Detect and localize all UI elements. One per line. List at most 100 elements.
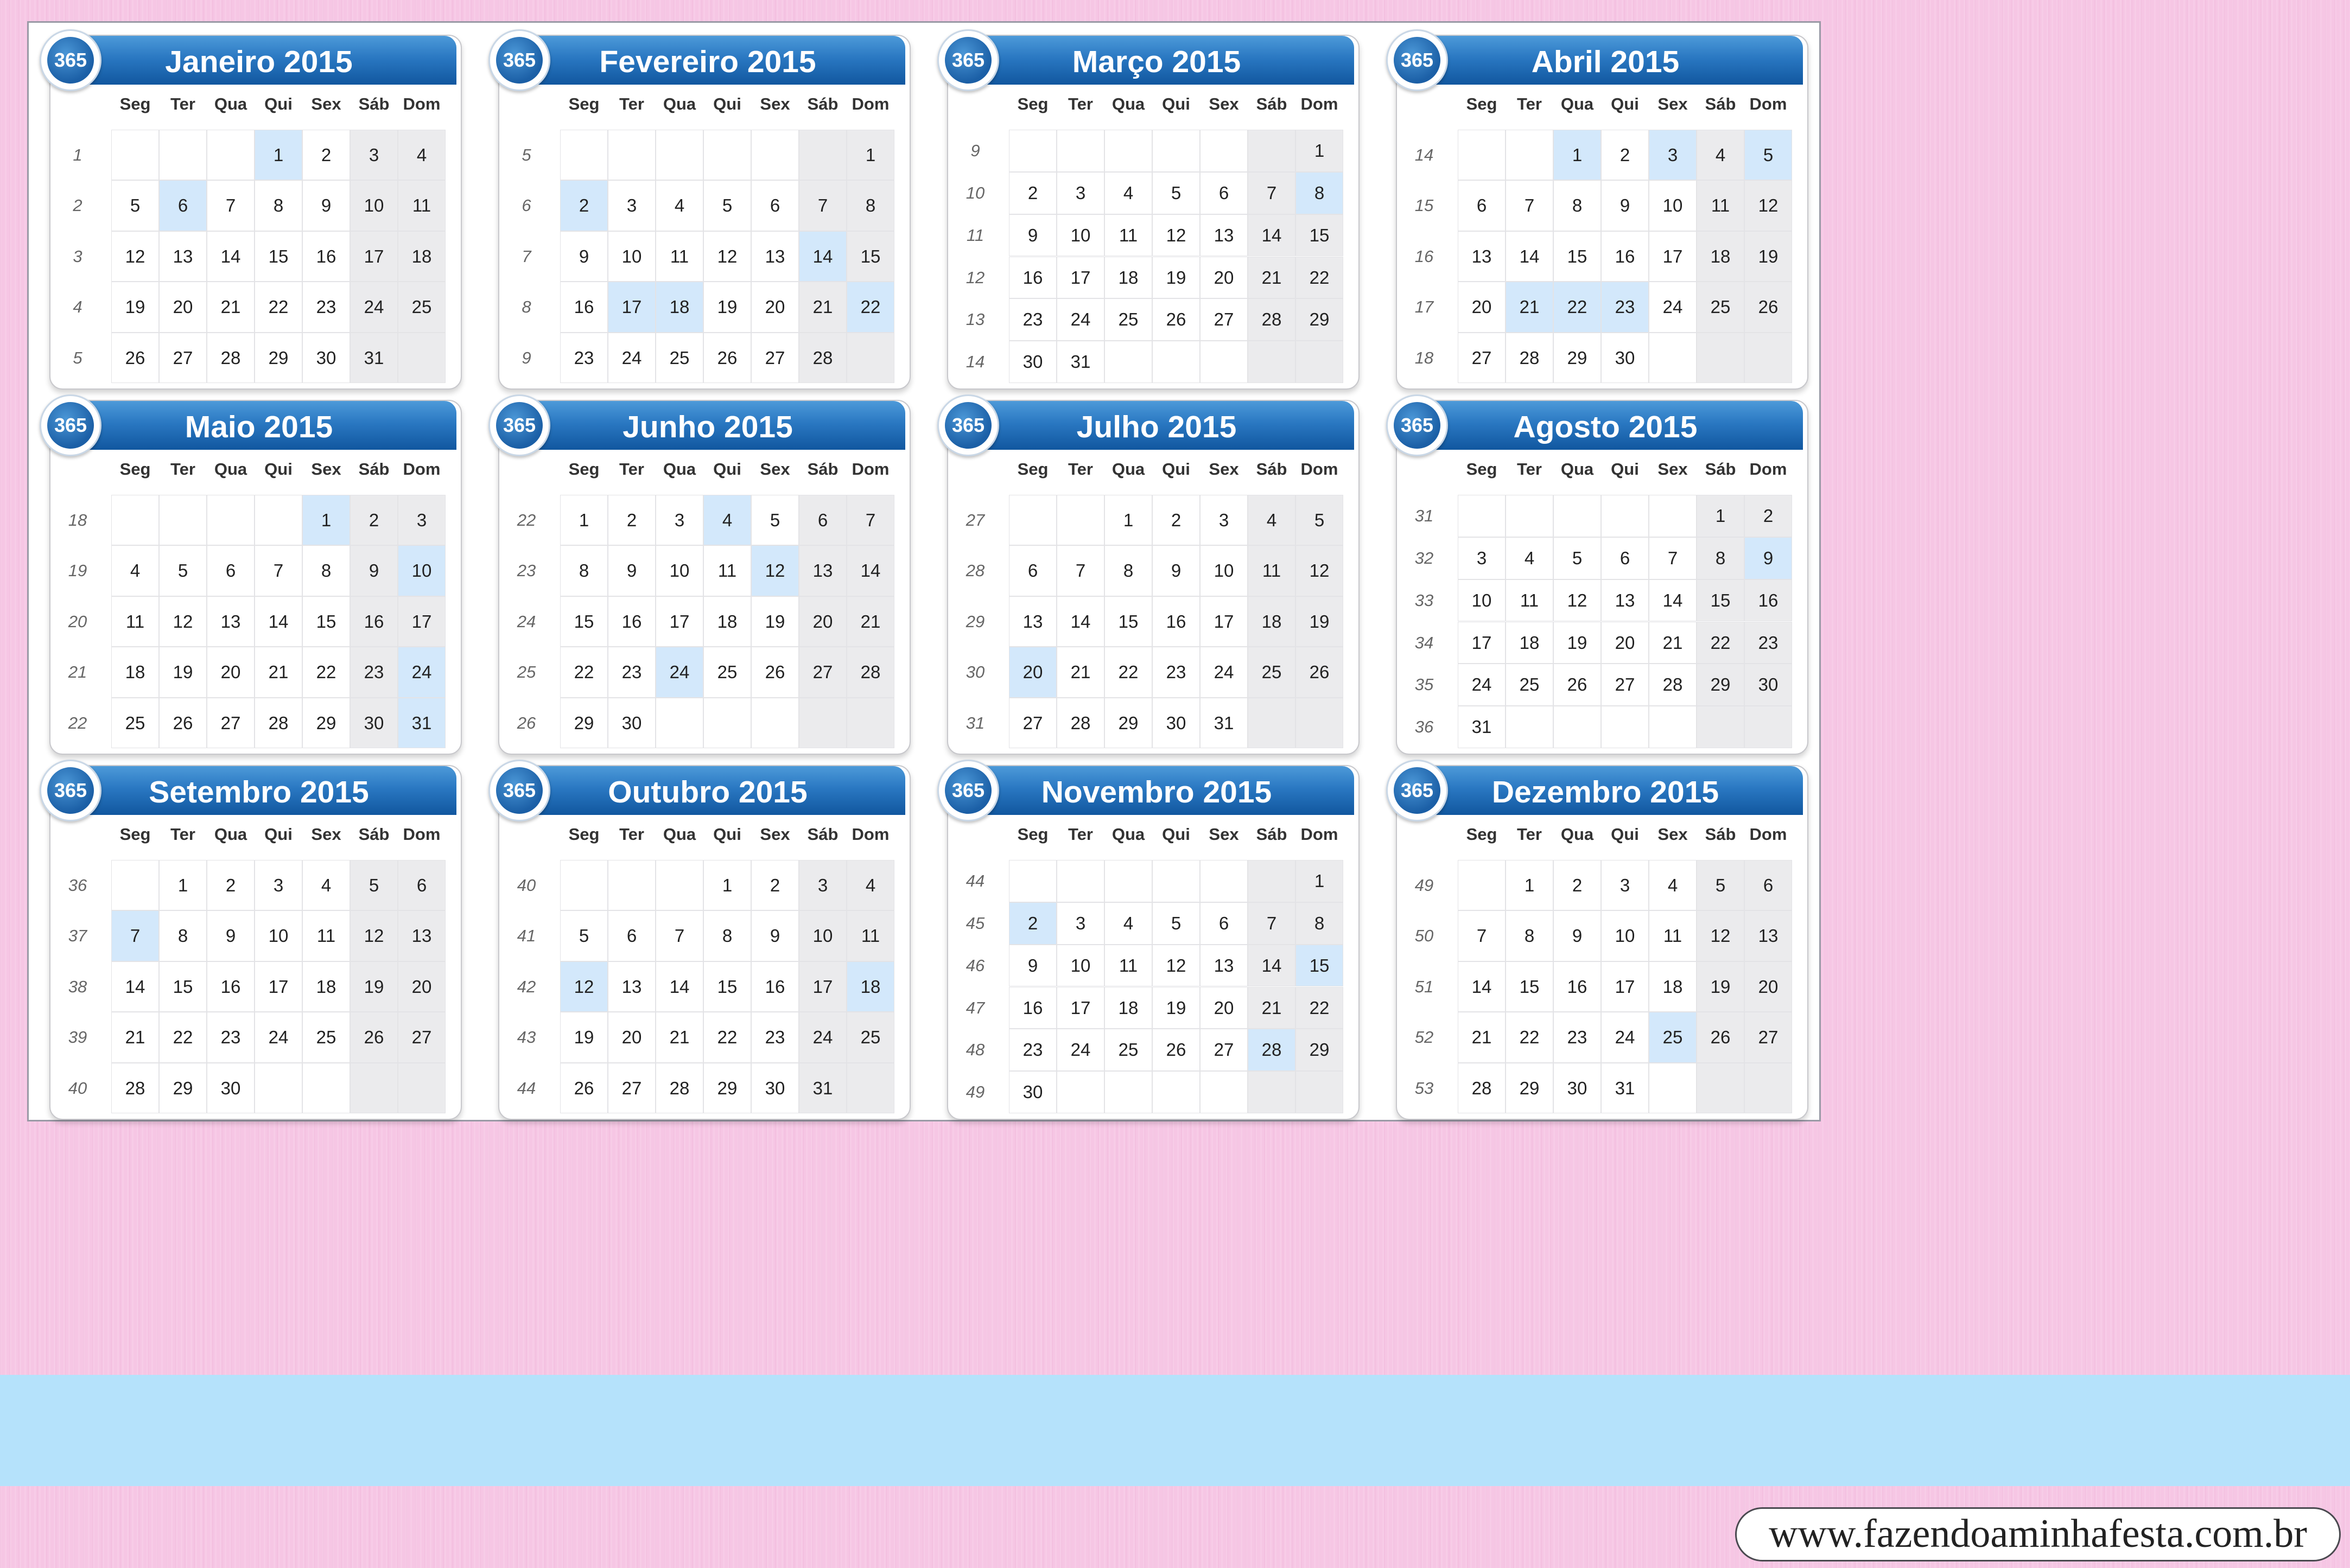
day-cell[interactable]: 4 (1697, 130, 1744, 181)
day-cell[interactable]: 2 (1553, 860, 1601, 911)
day-cell[interactable]: 4 (703, 495, 751, 546)
day-cell[interactable]: 8 (703, 910, 751, 961)
day-cell[interactable]: 9 (751, 910, 799, 961)
day-cell[interactable]: 6 (608, 910, 656, 961)
day-cell[interactable]: 17 (350, 231, 398, 282)
day-cell[interactable]: 6 (751, 180, 799, 231)
day-cell[interactable]: 27 (1601, 664, 1649, 706)
day-cell[interactable]: 10 (255, 910, 302, 961)
day-cell[interactable]: 12 (111, 231, 159, 282)
day-cell[interactable]: 28 (1506, 332, 1553, 383)
day-cell[interactable]: 16 (1553, 961, 1601, 1012)
day-cell[interactable]: 4 (1248, 495, 1295, 546)
day-cell[interactable]: 2 (302, 130, 350, 181)
day-cell[interactable]: 18 (1649, 961, 1697, 1012)
day-cell[interactable]: 1 (560, 495, 608, 546)
day-cell[interactable]: 31 (1601, 1062, 1649, 1113)
day-cell[interactable]: 31 (1458, 706, 1506, 748)
day-cell[interactable]: 29 (703, 1062, 751, 1113)
day-cell[interactable]: 1 (703, 860, 751, 911)
day-cell[interactable]: 6 (1458, 180, 1506, 231)
day-cell[interactable]: 16 (207, 961, 255, 1012)
day-cell[interactable]: 10 (398, 545, 446, 596)
day-cell[interactable]: 3 (1649, 130, 1697, 181)
day-cell[interactable]: 14 (656, 961, 703, 1012)
day-cell[interactable]: 26 (1744, 282, 1792, 333)
day-cell[interactable]: 29 (302, 697, 350, 748)
day-cell[interactable]: 1 (159, 860, 207, 911)
day-cell[interactable]: 5 (1295, 495, 1343, 546)
day-cell[interactable]: 25 (1697, 282, 1744, 333)
day-cell[interactable]: 29 (1506, 1062, 1553, 1113)
day-cell[interactable]: 14 (1248, 944, 1295, 987)
day-cell[interactable]: 27 (1744, 1012, 1792, 1063)
day-cell[interactable]: 25 (656, 332, 703, 383)
day-cell[interactable]: 17 (398, 596, 446, 647)
day-cell[interactable]: 6 (159, 180, 207, 231)
day-cell[interactable]: 9 (207, 910, 255, 961)
day-cell[interactable]: 7 (1649, 537, 1697, 579)
day-cell[interactable]: 4 (302, 860, 350, 911)
day-cell[interactable]: 9 (608, 545, 656, 596)
day-cell[interactable]: 1 (1697, 495, 1744, 537)
day-cell[interactable]: 10 (1649, 180, 1697, 231)
day-cell[interactable]: 13 (1009, 596, 1057, 647)
day-cell[interactable]: 15 (1506, 961, 1553, 1012)
day-cell[interactable]: 14 (1506, 231, 1553, 282)
day-cell[interactable]: 10 (608, 231, 656, 282)
day-cell[interactable]: 13 (608, 961, 656, 1012)
day-cell[interactable]: 5 (350, 860, 398, 911)
day-cell[interactable]: 12 (703, 231, 751, 282)
day-cell[interactable]: 5 (1697, 860, 1744, 911)
day-cell[interactable]: 25 (1104, 298, 1152, 341)
day-cell[interactable]: 29 (1295, 298, 1343, 341)
day-cell[interactable]: 30 (751, 1062, 799, 1113)
day-cell[interactable]: 24 (255, 1012, 302, 1063)
day-cell[interactable]: 24 (1057, 1029, 1104, 1072)
day-cell[interactable]: 22 (1553, 282, 1601, 333)
day-cell[interactable]: 9 (1601, 180, 1649, 231)
day-cell[interactable]: 8 (302, 545, 350, 596)
day-cell[interactable]: 11 (111, 596, 159, 647)
day-cell[interactable]: 12 (560, 961, 608, 1012)
day-cell[interactable]: 21 (1649, 621, 1697, 664)
day-cell[interactable]: 6 (1009, 545, 1057, 596)
day-cell[interactable]: 2 (560, 180, 608, 231)
day-cell[interactable]: 19 (1697, 961, 1744, 1012)
day-cell[interactable]: 14 (255, 596, 302, 647)
day-cell[interactable]: 28 (255, 697, 302, 748)
day-cell[interactable]: 19 (1744, 231, 1792, 282)
day-cell[interactable]: 21 (1248, 986, 1295, 1029)
day-cell[interactable]: 5 (159, 545, 207, 596)
day-cell[interactable]: 17 (1200, 596, 1248, 647)
day-cell[interactable]: 4 (1506, 537, 1553, 579)
day-cell[interactable]: 20 (398, 961, 446, 1012)
day-cell[interactable]: 10 (1057, 944, 1104, 987)
day-cell[interactable]: 31 (1200, 697, 1248, 748)
day-cell[interactable]: 15 (1295, 214, 1343, 257)
day-cell[interactable]: 23 (1601, 282, 1649, 333)
day-cell[interactable]: 8 (159, 910, 207, 961)
day-cell[interactable]: 20 (1200, 256, 1248, 299)
day-cell[interactable]: 10 (656, 545, 703, 596)
day-cell[interactable]: 13 (1601, 579, 1649, 622)
day-cell[interactable]: 8 (1697, 537, 1744, 579)
day-cell[interactable]: 20 (751, 282, 799, 333)
day-cell[interactable]: 30 (1744, 664, 1792, 706)
day-cell[interactable]: 3 (799, 860, 847, 911)
day-cell[interactable]: 21 (1057, 647, 1104, 698)
day-cell[interactable]: 26 (159, 697, 207, 748)
day-cell[interactable]: 28 (207, 332, 255, 383)
day-cell[interactable]: 7 (847, 495, 894, 546)
day-cell[interactable]: 5 (560, 910, 608, 961)
day-cell[interactable]: 21 (207, 282, 255, 333)
day-cell[interactable]: 11 (398, 180, 446, 231)
day-cell[interactable]: 3 (1057, 171, 1104, 214)
day-cell[interactable]: 20 (159, 282, 207, 333)
day-cell[interactable]: 13 (207, 596, 255, 647)
day-cell[interactable]: 4 (656, 180, 703, 231)
day-cell[interactable]: 19 (159, 647, 207, 698)
day-cell[interactable]: 10 (350, 180, 398, 231)
day-cell[interactable]: 11 (1506, 579, 1553, 622)
day-cell[interactable]: 9 (560, 231, 608, 282)
